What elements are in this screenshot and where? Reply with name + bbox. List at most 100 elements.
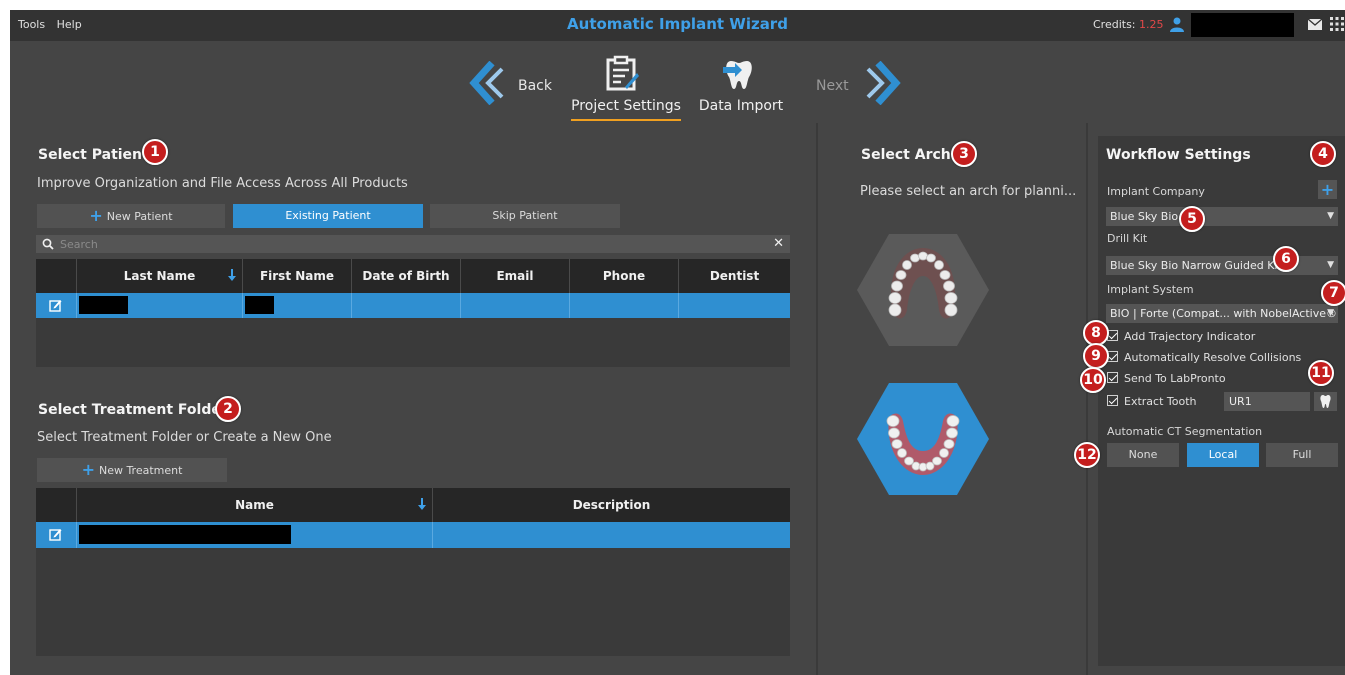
sort-down-icon[interactable]	[228, 269, 236, 281]
new-treatment-label: New Treatment	[98, 464, 183, 477]
table-row[interactable]	[36, 293, 790, 318]
redacted-username	[1191, 13, 1294, 37]
header-phone[interactable]: Phone	[570, 259, 679, 293]
header-date-of-birth[interactable]: Date of Birth	[352, 259, 461, 293]
implant-company-label: Implant Company	[1107, 185, 1205, 198]
chevron-down-icon: ▼	[1327, 308, 1334, 318]
header-description[interactable]: Description	[433, 488, 790, 522]
drill-kit-value: Blue Sky Bio Narrow Guided Kit	[1110, 259, 1282, 272]
cell-email	[461, 293, 570, 318]
tooth-picker-button[interactable]	[1314, 392, 1337, 411]
patient-table-header: Last Name First Name Date of Birth Email…	[36, 259, 790, 293]
checkbox-checked[interactable]	[1107, 372, 1118, 383]
resolve-collisions-checkbox[interactable]: Automatically Resolve Collisions	[1107, 351, 1301, 365]
chevron-down-icon: ▼	[1327, 211, 1334, 221]
back-button[interactable]: Back	[518, 78, 552, 94]
select-patient-title: Select Patient	[38, 147, 149, 163]
tooth-number-field[interactable]: UR1	[1224, 392, 1310, 411]
credits-label: Credits:	[1093, 18, 1136, 31]
search-input[interactable]	[60, 236, 760, 252]
extract-tooth-checkbox[interactable]: Extract Tooth	[1107, 395, 1197, 409]
callout-badge: 4	[1310, 141, 1336, 167]
implant-system-value: BIO | Forte (Compat... with NobelActive®…	[1110, 307, 1338, 320]
edit-icon[interactable]	[49, 528, 62, 541]
header-first-name[interactable]: First Name	[243, 259, 352, 293]
new-patient-label: New Patient	[106, 210, 173, 223]
select-arch-subtitle: Please select an arch for planni...	[860, 184, 1077, 199]
edit-icon[interactable]	[49, 299, 62, 312]
lower-arch-option-selected[interactable]	[855, 381, 991, 497]
checkbox-checked[interactable]	[1107, 395, 1118, 406]
callout-badge: 2	[215, 396, 241, 422]
plus-icon: +	[89, 206, 103, 225]
callout-badge: 7	[1321, 280, 1345, 306]
app-window: Tools Help Automatic Implant Wizard Cred…	[10, 10, 1345, 675]
plus-icon: +	[81, 460, 95, 479]
checkbox-label: Send To LabPronto	[1124, 372, 1226, 385]
divider	[816, 123, 818, 675]
top-bar: Tools Help Automatic Implant Wizard Cred…	[10, 10, 1345, 41]
credits-value: 1.25	[1139, 18, 1164, 31]
apps-grid-icon[interactable]	[1329, 16, 1345, 32]
implant-company-select[interactable]: Blue Sky Bio ▼	[1106, 207, 1338, 226]
next-chevron-icon[interactable]	[862, 61, 902, 105]
callout-badge: 5	[1179, 206, 1205, 232]
implant-company-value: Blue Sky Bio	[1110, 210, 1179, 223]
credits: Credits: 1.25	[1093, 18, 1164, 31]
new-patient-button[interactable]: + New Patient	[37, 204, 225, 228]
back-chevron-icon[interactable]	[468, 61, 508, 105]
sort-down-icon[interactable]	[418, 498, 426, 510]
callout-badge: 11	[1308, 360, 1334, 386]
new-treatment-button[interactable]: + New Treatment	[37, 458, 227, 482]
select-treatment-title: Select Treatment Folder	[38, 402, 228, 418]
tab-data-import[interactable]: Data Import	[698, 98, 784, 114]
segmentation-full-button[interactable]: Full	[1266, 443, 1338, 467]
tooth-icon	[1320, 395, 1331, 408]
active-step-underline	[571, 119, 681, 121]
implant-system-label: Implant System	[1107, 283, 1194, 296]
cell-phone	[570, 293, 679, 318]
header-select-column	[36, 259, 77, 293]
cell-dentist	[679, 293, 790, 318]
callout-badge: 3	[951, 141, 977, 167]
clear-search-icon[interactable]: ✕	[773, 236, 784, 251]
send-to-labpronto-checkbox[interactable]: Send To LabPronto	[1107, 372, 1226, 386]
header-last-name-label: Last Name	[123, 269, 196, 283]
treatment-table: Name Description	[36, 488, 790, 656]
ct-segmentation-label: Automatic CT Segmentation	[1107, 425, 1263, 438]
callout-badge: 1	[142, 139, 168, 165]
user-icon[interactable]	[1169, 16, 1185, 32]
header-dentist[interactable]: Dentist	[679, 259, 790, 293]
redacted-treatment-name	[79, 525, 291, 544]
divider	[1086, 123, 1088, 675]
next-button[interactable]: Next	[816, 78, 849, 94]
checkbox-label: Automatically Resolve Collisions	[1124, 351, 1302, 364]
add-company-button[interactable]: +	[1318, 180, 1337, 199]
tooth-import-icon	[723, 61, 752, 89]
table-row[interactable]	[36, 522, 790, 548]
segmentation-none-button[interactable]: None	[1107, 443, 1179, 467]
implant-system-select[interactable]: BIO | Forte (Compat... with NobelActive®…	[1106, 304, 1338, 323]
upper-arch-option[interactable]	[855, 232, 991, 348]
header-name[interactable]: Name	[77, 488, 433, 522]
add-trajectory-checkbox[interactable]: Add Trajectory Indicator	[1107, 330, 1255, 344]
drill-kit-label: Drill Kit	[1107, 232, 1148, 245]
redacted-last-name	[79, 296, 128, 314]
select-patient-subtitle: Improve Organization and File Access Acr…	[37, 176, 408, 191]
checkbox-label: Add Trajectory Indicator	[1124, 330, 1256, 343]
tab-project-settings[interactable]: Project Settings	[571, 98, 681, 114]
drill-kit-select[interactable]: Blue Sky Bio Narrow Guided Kit ▼	[1106, 256, 1338, 275]
row-edit-cell[interactable]	[36, 293, 77, 318]
callout-badge: 9	[1083, 343, 1109, 369]
row-edit-cell[interactable]	[36, 522, 77, 548]
header-last-name[interactable]: Last Name	[77, 259, 243, 293]
header-select-column	[36, 488, 77, 522]
segmentation-local-button[interactable]: Local	[1187, 443, 1259, 467]
chevron-down-icon: ▼	[1327, 260, 1334, 270]
existing-patient-button[interactable]: Existing Patient	[233, 204, 423, 228]
header-email[interactable]: Email	[461, 259, 570, 293]
callout-badge: 10	[1080, 367, 1106, 393]
skip-patient-button[interactable]: Skip Patient	[430, 204, 620, 228]
mail-icon[interactable]	[1308, 19, 1322, 30]
cell-date-of-birth	[352, 293, 461, 318]
